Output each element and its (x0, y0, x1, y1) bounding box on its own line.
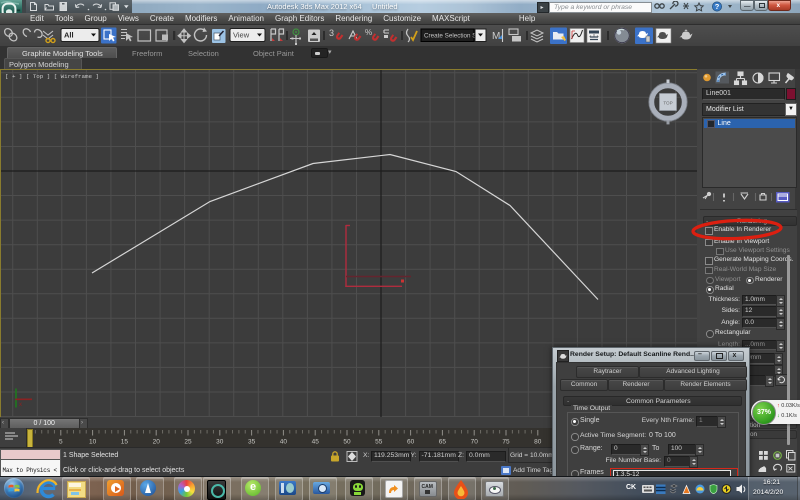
svg-text:60: 60 (407, 439, 415, 446)
svg-text:35: 35 (248, 439, 256, 446)
svg-text:65: 65 (439, 439, 447, 446)
svg-text:75: 75 (502, 439, 510, 446)
svg-text:40: 40 (280, 439, 288, 446)
svg-text:x: x (19, 402, 22, 408)
svg-text:80: 80 (534, 439, 542, 446)
svg-text:?: ? (715, 2, 720, 11)
svg-text:3: 3 (329, 28, 334, 38)
svg-text:55: 55 (375, 439, 383, 446)
svg-text:All: All (64, 31, 74, 40)
svg-text:%: % (365, 28, 372, 37)
svg-text:25: 25 (184, 439, 192, 446)
svg-text:45: 45 (312, 439, 320, 446)
svg-text:Create Selection Se: Create Selection Se (424, 33, 481, 40)
svg-text:TOP: TOP (663, 101, 672, 106)
svg-text:70: 70 (471, 439, 479, 446)
svg-text:10: 10 (89, 439, 97, 446)
svg-text:20: 20 (153, 439, 161, 446)
svg-text:M: M (492, 31, 500, 42)
svg-text:50: 50 (343, 439, 351, 446)
svg-text:View: View (233, 31, 250, 40)
svg-text:5: 5 (59, 439, 63, 446)
svg-text:30: 30 (216, 439, 224, 446)
svg-text:15: 15 (121, 439, 129, 446)
